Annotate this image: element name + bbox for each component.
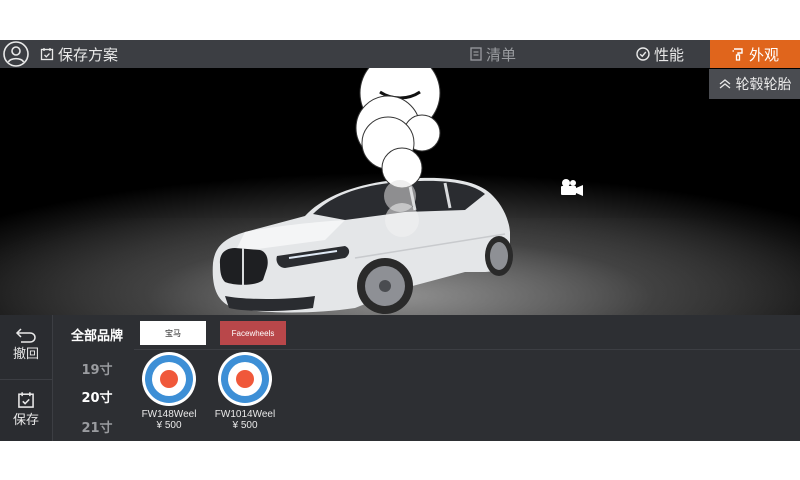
wheel-name: FW148Weel [141, 409, 197, 420]
avatar-button[interactable] [0, 40, 32, 68]
side-divider [0, 379, 52, 380]
brand-tabs: 宝马 Facewheels [134, 315, 800, 350]
save-plan-button[interactable]: 保存方案 [40, 40, 118, 68]
paint-icon [732, 48, 743, 61]
brand-tab-facewheels[interactable]: Facewheels [220, 321, 286, 345]
size-19[interactable]: 19寸 [60, 359, 134, 378]
appearance-tab[interactable]: 外观 [710, 40, 800, 68]
loading-bubbles [355, 68, 441, 237]
all-brands-button[interactable]: 全部品牌 [60, 325, 134, 344]
wheel-thumbnail [218, 352, 272, 406]
calendar-check-icon [40, 48, 54, 61]
wheel-price: ¥ 500 [156, 420, 182, 431]
top-bar: 保存方案 清单 性能 外观 [0, 40, 800, 68]
double-chevron-up-icon [719, 79, 730, 89]
gauge-icon [636, 47, 650, 61]
size-21[interactable]: 21寸 [60, 417, 134, 436]
brand-tab-bmw[interactable]: 宝马 [140, 321, 206, 345]
side-actions: 撤回 保存 [0, 315, 53, 441]
video-camera-icon[interactable] [558, 178, 584, 198]
wheel-card-fw148[interactable]: FW148Weel ¥ 500 [134, 351, 204, 431]
wheel-card-fw1014[interactable]: FW1014Weel ¥ 500 [210, 351, 280, 431]
list-label: 清单 [486, 45, 517, 64]
undo-label: 撤回 [12, 347, 39, 362]
user-icon [3, 41, 29, 67]
submenu-label: 轮毂轮胎 [735, 77, 792, 93]
wheel-list: FW148Weel ¥ 500 FW1014Weel ¥ 500 [134, 351, 800, 441]
performance-tab[interactable]: 性能 [636, 40, 684, 68]
appearance-label: 外观 [748, 45, 779, 64]
size-20[interactable]: 20寸 [60, 387, 134, 406]
undo-button[interactable]: 撤回 [0, 327, 52, 362]
wheel-thumbnail [142, 352, 196, 406]
document-icon [470, 47, 482, 61]
wheel-price: ¥ 500 [232, 420, 258, 431]
submenu-rims-tires[interactable]: 轮毂轮胎 [709, 69, 800, 99]
configurator-app: 保存方案 清单 性能 外观 轮毂轮胎 撤回 保存 全部品牌 19寸 20寸 21… [0, 40, 800, 441]
save-plan-label: 保存方案 [58, 45, 119, 64]
save-label: 保存 [12, 413, 39, 428]
car-viewport[interactable] [0, 68, 800, 315]
calendar-check-icon [18, 392, 34, 408]
options-panel: 撤回 保存 全部品牌 19寸 20寸 21寸 宝马 Facewheels FW1… [0, 315, 800, 441]
size-filter: 全部品牌 19寸 20寸 21寸 [60, 315, 134, 441]
performance-label: 性能 [654, 45, 685, 64]
undo-arrow-icon [15, 328, 36, 343]
list-tab[interactable]: 清单 [470, 40, 516, 68]
save-button[interactable]: 保存 [0, 391, 52, 428]
wheel-name: FW1014Weel [214, 409, 276, 420]
